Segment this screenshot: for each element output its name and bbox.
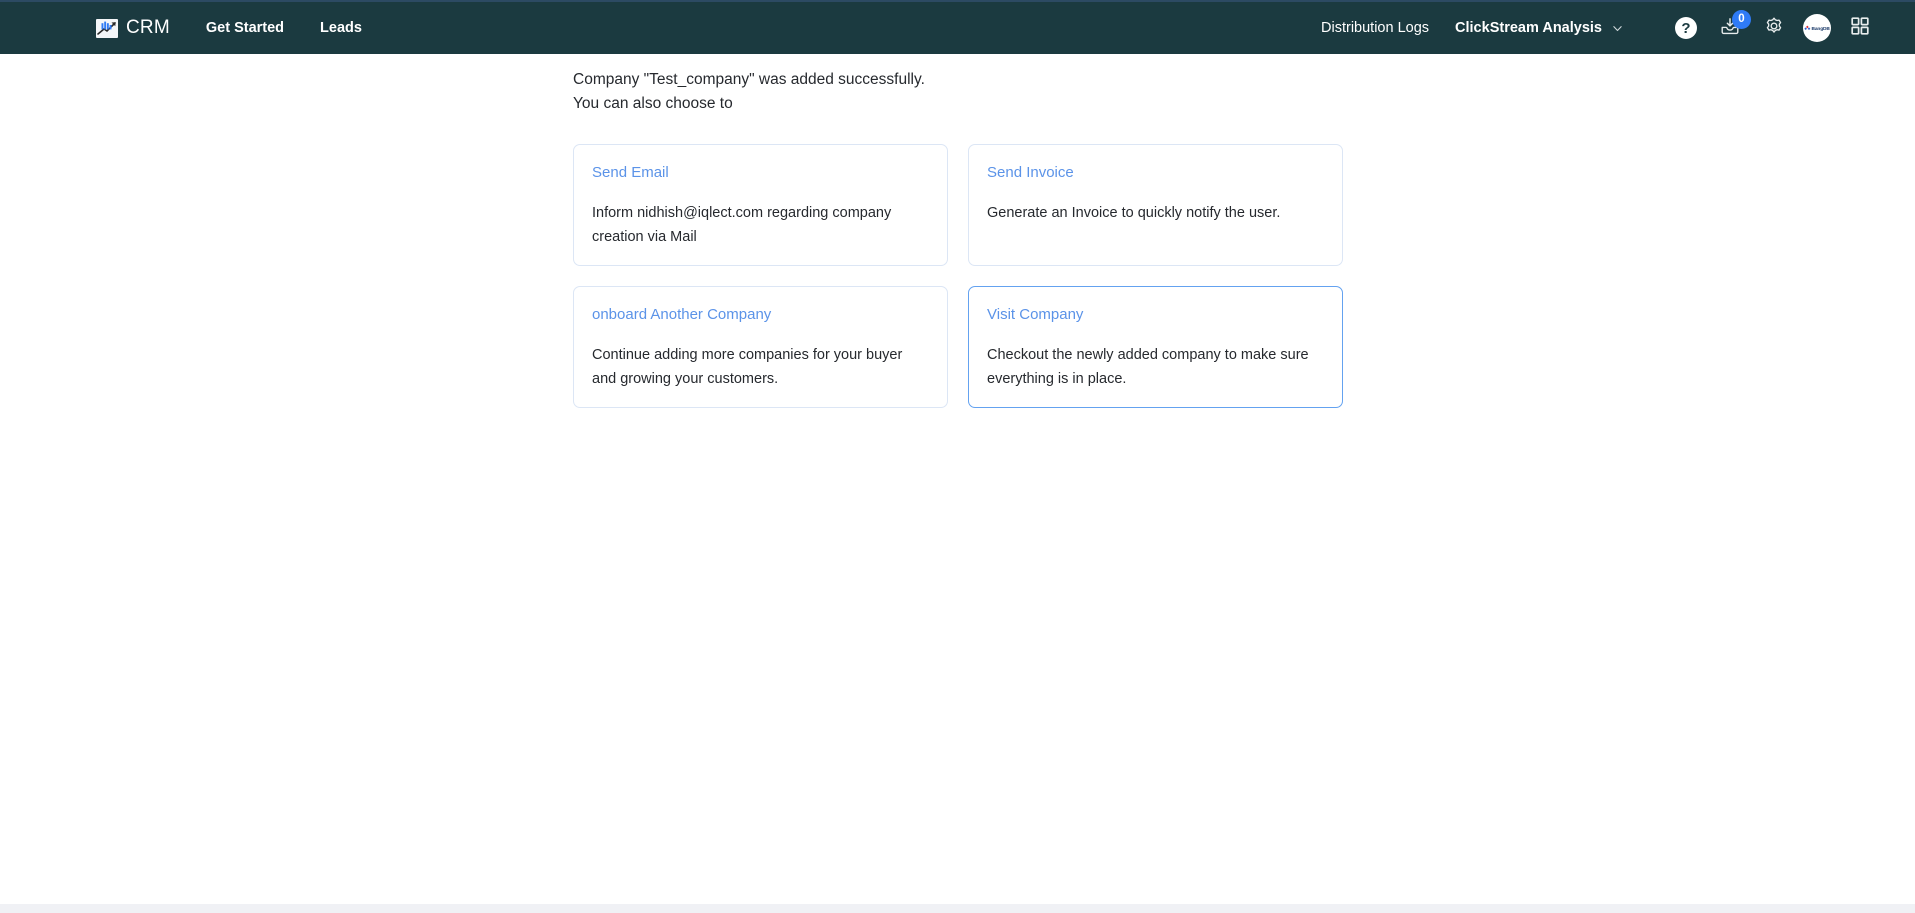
chevron-down-icon bbox=[1612, 23, 1623, 34]
bangdb-mark-icon bbox=[1804, 25, 1811, 30]
card-body: Generate an Invoice to quickly notify th… bbox=[987, 205, 1281, 221]
gear-icon bbox=[1764, 16, 1784, 41]
card-title[interactable]: onboard Another Company bbox=[592, 305, 929, 325]
help-icon: ? bbox=[1675, 17, 1697, 39]
card-title[interactable]: Visit Company bbox=[987, 305, 1324, 325]
success-message-line-1: Company "Test_company" was added success… bbox=[573, 71, 925, 88]
card-body: Checkout the newly added company to make… bbox=[987, 347, 1309, 387]
clickstream-analysis-label: ClickStream Analysis bbox=[1455, 20, 1602, 36]
success-message: Company "Test_company" was added success… bbox=[573, 68, 925, 116]
nav-link-get-started[interactable]: Get Started bbox=[206, 14, 284, 42]
avatar-inner: BangDB bbox=[1804, 25, 1830, 31]
card-visit-company[interactable]: Visit Company Checkout the newly added c… bbox=[968, 286, 1343, 408]
help-button[interactable]: ? bbox=[1671, 13, 1701, 43]
card-title[interactable]: Send Email bbox=[592, 163, 929, 183]
main-content: Company "Test_company" was added success… bbox=[0, 54, 1915, 913]
nav-link-distribution-logs[interactable]: Distribution Logs bbox=[1321, 14, 1429, 42]
action-card-grid: Send Email Inform nidhish@iqlect.com reg… bbox=[573, 144, 1343, 408]
inbox-badge-count: 0 bbox=[1732, 10, 1751, 29]
navbar-right-section: Distribution Logs ClickStream Analysis ? bbox=[1321, 10, 1875, 43]
settings-button[interactable] bbox=[1759, 13, 1789, 43]
navbar-left-section: CRM Get Started Leads bbox=[0, 14, 362, 42]
card-body: Continue adding more companies for your … bbox=[592, 347, 903, 387]
card-onboard-another-company[interactable]: onboard Another Company Continue adding … bbox=[573, 286, 948, 408]
brand[interactable]: CRM bbox=[96, 17, 170, 39]
apps-button[interactable] bbox=[1845, 13, 1875, 43]
brand-name: CRM bbox=[126, 17, 170, 38]
avatar-label: BangDB bbox=[1811, 25, 1830, 31]
inbox-button[interactable]: 0 bbox=[1715, 10, 1751, 43]
clickstream-analysis-dropdown[interactable]: ClickStream Analysis bbox=[1455, 20, 1623, 36]
card-body: Inform nidhish@iqlect.com regarding comp… bbox=[592, 205, 892, 245]
top-navbar: CRM Get Started Leads Distribution Logs … bbox=[0, 0, 1915, 54]
card-send-email[interactable]: Send Email Inform nidhish@iqlect.com reg… bbox=[573, 144, 948, 266]
card-title[interactable]: Send Invoice bbox=[987, 163, 1324, 183]
nav-link-leads[interactable]: Leads bbox=[320, 14, 362, 42]
card-send-invoice[interactable]: Send Invoice Generate an Invoice to quic… bbox=[968, 144, 1343, 266]
bottom-strip bbox=[0, 904, 1915, 913]
page-root: CRM Get Started Leads Distribution Logs … bbox=[0, 0, 1915, 913]
success-message-line-2: You can also choose to bbox=[573, 95, 733, 112]
apps-grid-icon bbox=[1851, 16, 1869, 40]
avatar[interactable]: BangDB bbox=[1803, 14, 1831, 42]
chart-arrow-logo-icon bbox=[96, 18, 118, 38]
